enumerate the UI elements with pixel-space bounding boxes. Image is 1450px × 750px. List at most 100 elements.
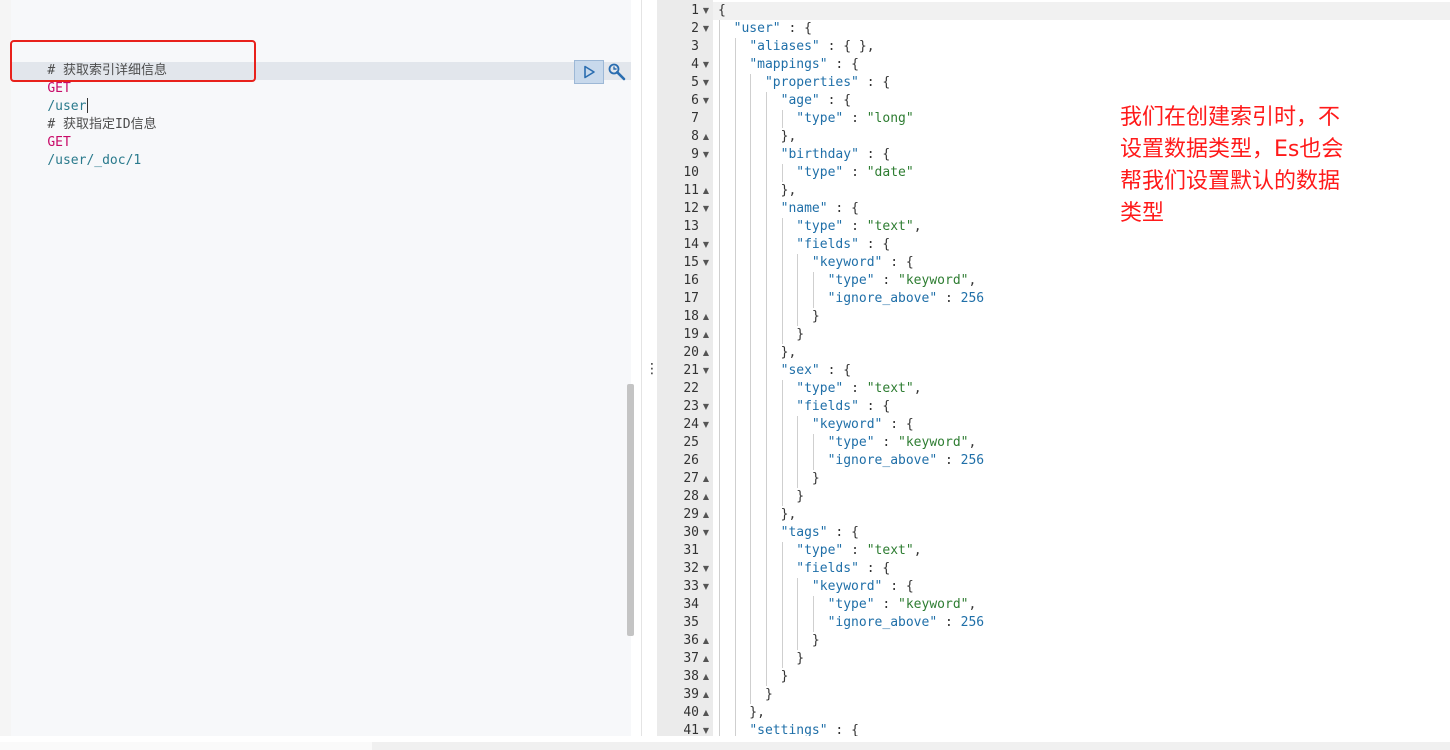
fold-open-icon[interactable]: ▼: [701, 254, 711, 272]
line-number: 32: [683, 561, 699, 576]
fold-open-icon[interactable]: ▼: [701, 416, 711, 434]
fold-open-icon[interactable]: ▼: [701, 524, 711, 542]
line-number: 27: [683, 471, 699, 486]
line-number: 7: [691, 111, 699, 126]
fold-open-icon[interactable]: ▼: [701, 2, 711, 20]
fold-close-icon[interactable]: ▲: [701, 506, 711, 524]
fold-open-icon[interactable]: ▼: [701, 74, 711, 92]
fold-close-icon[interactable]: ▲: [701, 344, 711, 362]
response-code-line: }: [718, 309, 820, 324]
line-number: 40: [683, 705, 699, 720]
response-code-line: },: [718, 129, 797, 144]
line-number: 24: [683, 417, 699, 432]
line-number: 4: [691, 57, 699, 72]
line-number: 15: [683, 255, 699, 270]
response-code-line: "type" : "text",: [796, 381, 922, 396]
response-code-line: },: [718, 345, 797, 360]
fold-open-icon[interactable]: ▼: [701, 20, 711, 38]
line-number: 8: [691, 129, 699, 144]
fold-close-icon[interactable]: ▲: [701, 686, 711, 704]
fold-close-icon[interactable]: ▲: [701, 650, 711, 668]
line-number: 13: [683, 219, 699, 234]
fold-open-icon[interactable]: ▼: [701, 722, 711, 736]
response-code-line: }: [718, 687, 773, 702]
response-code-line: "ignore_above" : 256: [827, 615, 985, 630]
response-code-line: "mappings" : {: [749, 57, 859, 72]
request-editor-scrollbar[interactable]: [627, 384, 634, 636]
fold-close-icon[interactable]: ▲: [701, 470, 711, 488]
fold-open-icon[interactable]: ▼: [701, 560, 711, 578]
response-code-line: "keyword" : {: [811, 255, 914, 270]
line-number: 6: [691, 93, 699, 108]
line-number: 19: [683, 327, 699, 342]
vertical-ellipsis-icon[interactable]: ⋮: [645, 360, 659, 378]
fold-close-icon[interactable]: ▲: [701, 128, 711, 146]
fold-open-icon[interactable]: ▼: [701, 362, 711, 380]
line-number: 33: [683, 579, 699, 594]
annotation-line: 设置数据类型，Es也会: [1120, 137, 1344, 162]
fold-open-icon[interactable]: ▼: [701, 146, 711, 164]
line-number: 31: [683, 543, 699, 558]
fold-close-icon[interactable]: ▲: [701, 704, 711, 722]
response-code-line: {: [718, 3, 726, 18]
response-code-line: },: [718, 507, 797, 522]
response-code-line: "birthday" : {: [780, 147, 891, 162]
line-number: 39: [683, 687, 699, 702]
fold-open-icon[interactable]: ▼: [701, 56, 711, 74]
request-path: /user/_doc/1: [47, 153, 142, 168]
run-request-button[interactable]: [574, 60, 604, 84]
red-highlight-box: [10, 40, 256, 82]
response-code-line: }: [718, 327, 805, 342]
request-editor-pane[interactable]: # 获取索引详细信息 GET /user # 获取指定ID信息 GET /use…: [0, 0, 642, 736]
line-number: 28: [683, 489, 699, 504]
request-comment-line[interactable]: # 获取指定ID信息: [16, 98, 156, 132]
fold-close-icon[interactable]: ▲: [701, 326, 711, 344]
response-code-line: "fields" : {: [796, 561, 891, 576]
line-number: 1: [691, 3, 699, 18]
response-code-line: "type" : "keyword",: [827, 597, 977, 612]
response-code-line: "sex" : {: [780, 363, 852, 378]
line-number: 36: [683, 633, 699, 648]
response-code-line: "user" : {: [733, 21, 812, 36]
line-number: 41: [683, 723, 699, 736]
line-number: 9: [691, 147, 699, 162]
fold-open-icon[interactable]: ▼: [701, 398, 711, 416]
response-code-line: "type" : "long": [796, 111, 914, 126]
response-code-line: "type" : "text",: [796, 219, 922, 234]
bottom-scroll-thumb[interactable]: [0, 742, 372, 750]
fold-open-icon[interactable]: ▼: [701, 92, 711, 110]
fold-close-icon[interactable]: ▲: [701, 632, 711, 650]
annotation-line: 类型: [1120, 201, 1165, 226]
fold-open-icon[interactable]: ▼: [701, 200, 711, 218]
request-options-button[interactable]: [606, 60, 628, 84]
fold-close-icon[interactable]: ▲: [701, 668, 711, 686]
fold-open-icon[interactable]: ▼: [701, 578, 711, 596]
fold-close-icon[interactable]: ▲: [701, 488, 711, 506]
line-number: 16: [683, 273, 699, 288]
response-code-line: }: [718, 633, 820, 648]
line-number: 34: [683, 597, 699, 612]
active-line-highlight: [713, 2, 1450, 20]
request-line[interactable]: GET /user/_doc/1: [16, 116, 141, 168]
line-number: 17: [683, 291, 699, 306]
response-code-line: "properties" : {: [764, 75, 891, 90]
fold-close-icon[interactable]: ▲: [701, 182, 711, 200]
line-number: 35: [683, 615, 699, 630]
line-number: 29: [683, 507, 699, 522]
response-code-line: "fields" : {: [796, 399, 891, 414]
response-code-line: "keyword" : {: [811, 579, 914, 594]
response-code-line: "settings" : {: [749, 723, 859, 736]
line-number: 22: [683, 381, 699, 396]
fold-close-icon[interactable]: ▲: [701, 308, 711, 326]
line-number: 37: [683, 651, 699, 666]
fold-open-icon[interactable]: ▼: [701, 236, 711, 254]
response-code-line: "type" : "keyword",: [827, 273, 977, 288]
response-code-line: "fields" : {: [796, 237, 891, 252]
response-code-line: "ignore_above" : 256: [827, 291, 985, 306]
line-number: 23: [683, 399, 699, 414]
annotation-line: 帮我们设置默认的数据: [1120, 169, 1341, 194]
line-number: 10: [683, 165, 699, 180]
response-code-line: "type" : "date": [796, 165, 914, 180]
line-number: 26: [683, 453, 699, 468]
annotation-note: 我们在创建索引时，不 设置数据类型，Es也会 帮我们设置默认的数据 类型: [1120, 102, 1380, 230]
